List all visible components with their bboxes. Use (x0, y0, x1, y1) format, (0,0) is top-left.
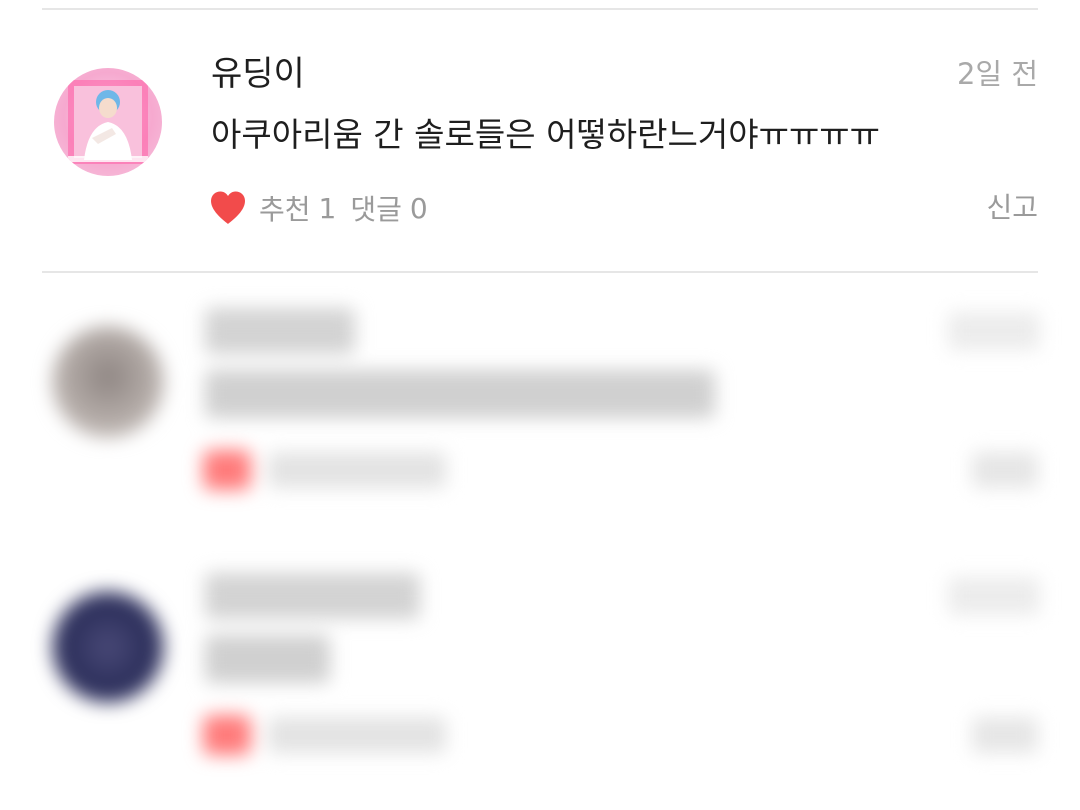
report-button[interactable]: 신고 (986, 188, 1038, 228)
comment-actions-placeholder (268, 717, 446, 753)
comment-actions: 추천 1 댓글 0 (209, 188, 428, 228)
comment-text-placeholder (205, 635, 330, 683)
comment-actions-placeholder (268, 452, 446, 488)
avatar[interactable] (54, 68, 162, 176)
comment-text: 아쿠아리움 간 솔로들은 어떻하란느거야ㅠㅠㅠㅠ (211, 115, 881, 154)
username-placeholder (205, 308, 355, 354)
avatar (52, 326, 164, 438)
username[interactable]: 유딩이 (211, 54, 305, 94)
like-label[interactable]: 추천 (259, 188, 311, 228)
username-placeholder (205, 573, 420, 619)
comment-list: 유딩이 2일 전 아쿠아리움 간 솔로들은 어떻하란느거야ㅠㅠㅠㅠ 추천 1 댓… (0, 0, 1080, 810)
comment-text-placeholder (205, 370, 715, 418)
comment-item: 유딩이 2일 전 아쿠아리움 간 솔로들은 어떻하란느거야ㅠㅠㅠㅠ 추천 1 댓… (0, 10, 1080, 270)
divider (42, 271, 1038, 273)
heart-icon (203, 450, 251, 490)
heart-icon[interactable] (209, 190, 247, 226)
reply-count: 0 (409, 191, 428, 225)
report-placeholder (972, 452, 1038, 488)
blurred-comment-item (0, 555, 1080, 805)
like-count: 1 (318, 191, 337, 225)
report-placeholder (972, 717, 1038, 753)
heart-icon (203, 715, 251, 755)
avatar (52, 591, 164, 703)
avatar-image (68, 80, 148, 164)
timestamp: 2일 전 (956, 57, 1038, 91)
timestamp-placeholder (948, 577, 1040, 615)
timestamp-placeholder (948, 312, 1040, 350)
blurred-comment-item (0, 290, 1080, 540)
reply-label[interactable]: 댓글 (350, 188, 402, 228)
